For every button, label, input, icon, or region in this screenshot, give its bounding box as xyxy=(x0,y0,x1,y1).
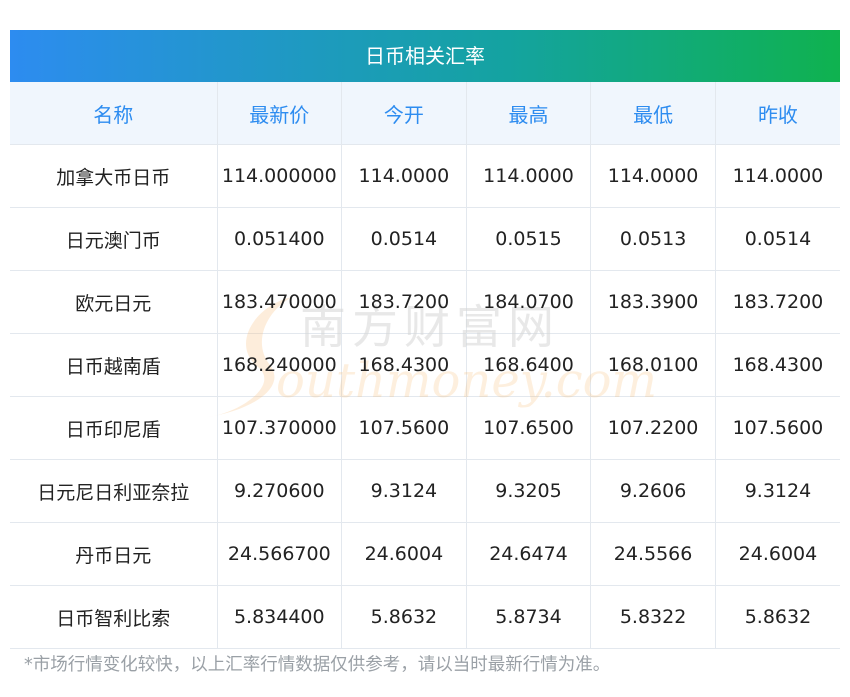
cell-open: 183.7200 xyxy=(341,270,467,334)
cell-open: 107.5600 xyxy=(341,396,467,460)
cell-name: 日币越南盾 xyxy=(10,333,218,397)
cell-prev-close: 183.7200 xyxy=(715,270,840,334)
table-row: 日币印尼盾 107.370000 107.5600 107.6500 107.2… xyxy=(10,396,840,460)
cell-prev-close: 114.0000 xyxy=(715,144,840,208)
cell-low: 0.0513 xyxy=(590,207,716,271)
table-row: 欧元日元 183.470000 183.7200 184.0700 183.39… xyxy=(10,270,840,334)
cell-latest: 107.370000 xyxy=(217,396,343,460)
cell-name: 日币智利比索 xyxy=(10,585,218,649)
cell-low: 114.0000 xyxy=(590,144,716,208)
cell-high: 24.6474 xyxy=(466,522,592,586)
cell-prev-close: 5.8632 xyxy=(715,585,840,649)
disclaimer-note: *市场行情变化较快，以上汇率行情数据仅供参考，请以当时最新行情为准。 xyxy=(24,655,611,675)
cell-latest: 114.000000 xyxy=(217,144,343,208)
cell-latest: 5.834400 xyxy=(217,585,343,649)
cell-high: 9.3205 xyxy=(466,459,592,523)
cell-high: 184.0700 xyxy=(466,270,592,334)
cell-high: 168.6400 xyxy=(466,333,592,397)
header-open: 今开 xyxy=(341,82,467,145)
cell-prev-close: 24.6004 xyxy=(715,522,840,586)
cell-low: 9.2606 xyxy=(590,459,716,523)
cell-open: 0.0514 xyxy=(341,207,467,271)
header-low: 最低 xyxy=(590,82,716,145)
table-row: 日元澳门币 0.051400 0.0514 0.0515 0.0513 0.05… xyxy=(10,207,840,271)
table-row: 日币智利比索 5.834400 5.8632 5.8734 5.8322 5.8… xyxy=(10,585,840,649)
cell-name: 日元澳门币 xyxy=(10,207,218,271)
cell-open: 5.8632 xyxy=(341,585,467,649)
table-header-row: 名称 最新价 今开 最高 最低 昨收 xyxy=(10,82,840,145)
cell-open: 114.0000 xyxy=(341,144,467,208)
cell-low: 24.5566 xyxy=(590,522,716,586)
cell-latest: 168.240000 xyxy=(217,333,343,397)
cell-high: 107.6500 xyxy=(466,396,592,460)
cell-name: 日币印尼盾 xyxy=(10,396,218,460)
header-prev-close: 昨收 xyxy=(715,82,840,145)
cell-prev-close: 0.0514 xyxy=(715,207,840,271)
cell-name: 丹币日元 xyxy=(10,522,218,586)
cell-open: 168.4300 xyxy=(341,333,467,397)
cell-low: 5.8322 xyxy=(590,585,716,649)
exchange-rate-table: 名称 最新价 今开 最高 最低 昨收 加拿大币日币 114.000000 114… xyxy=(10,82,840,649)
cell-high: 114.0000 xyxy=(466,144,592,208)
cell-name: 欧元日元 xyxy=(10,270,218,334)
cell-high: 5.8734 xyxy=(466,585,592,649)
cell-low: 168.0100 xyxy=(590,333,716,397)
cell-open: 9.3124 xyxy=(341,459,467,523)
cell-prev-close: 107.5600 xyxy=(715,396,840,460)
cell-high: 0.0515 xyxy=(466,207,592,271)
cell-low: 183.3900 xyxy=(590,270,716,334)
table-title: 日币相关汇率 xyxy=(10,30,840,82)
cell-name: 加拿大币日币 xyxy=(10,144,218,208)
cell-low: 107.2200 xyxy=(590,396,716,460)
cell-open: 24.6004 xyxy=(341,522,467,586)
cell-prev-close: 168.4300 xyxy=(715,333,840,397)
header-name: 名称 xyxy=(10,82,218,145)
cell-latest: 24.566700 xyxy=(217,522,343,586)
cell-latest: 0.051400 xyxy=(217,207,343,271)
table-row: 丹币日元 24.566700 24.6004 24.6474 24.5566 2… xyxy=(10,522,840,586)
table-row: 加拿大币日币 114.000000 114.0000 114.0000 114.… xyxy=(10,144,840,208)
table-row: 日元尼日利亚奈拉 9.270600 9.3124 9.3205 9.2606 9… xyxy=(10,459,840,523)
cell-prev-close: 9.3124 xyxy=(715,459,840,523)
header-latest: 最新价 xyxy=(217,82,343,145)
header-high: 最高 xyxy=(466,82,592,145)
cell-name: 日元尼日利亚奈拉 xyxy=(10,459,218,523)
cell-latest: 9.270600 xyxy=(217,459,343,523)
exchange-rate-card: 日币相关汇率 名称 最新价 今开 最高 最低 昨收 加拿大币日币 114.000… xyxy=(10,30,840,649)
cell-latest: 183.470000 xyxy=(217,270,343,334)
table-row: 日币越南盾 168.240000 168.4300 168.6400 168.0… xyxy=(10,333,840,397)
